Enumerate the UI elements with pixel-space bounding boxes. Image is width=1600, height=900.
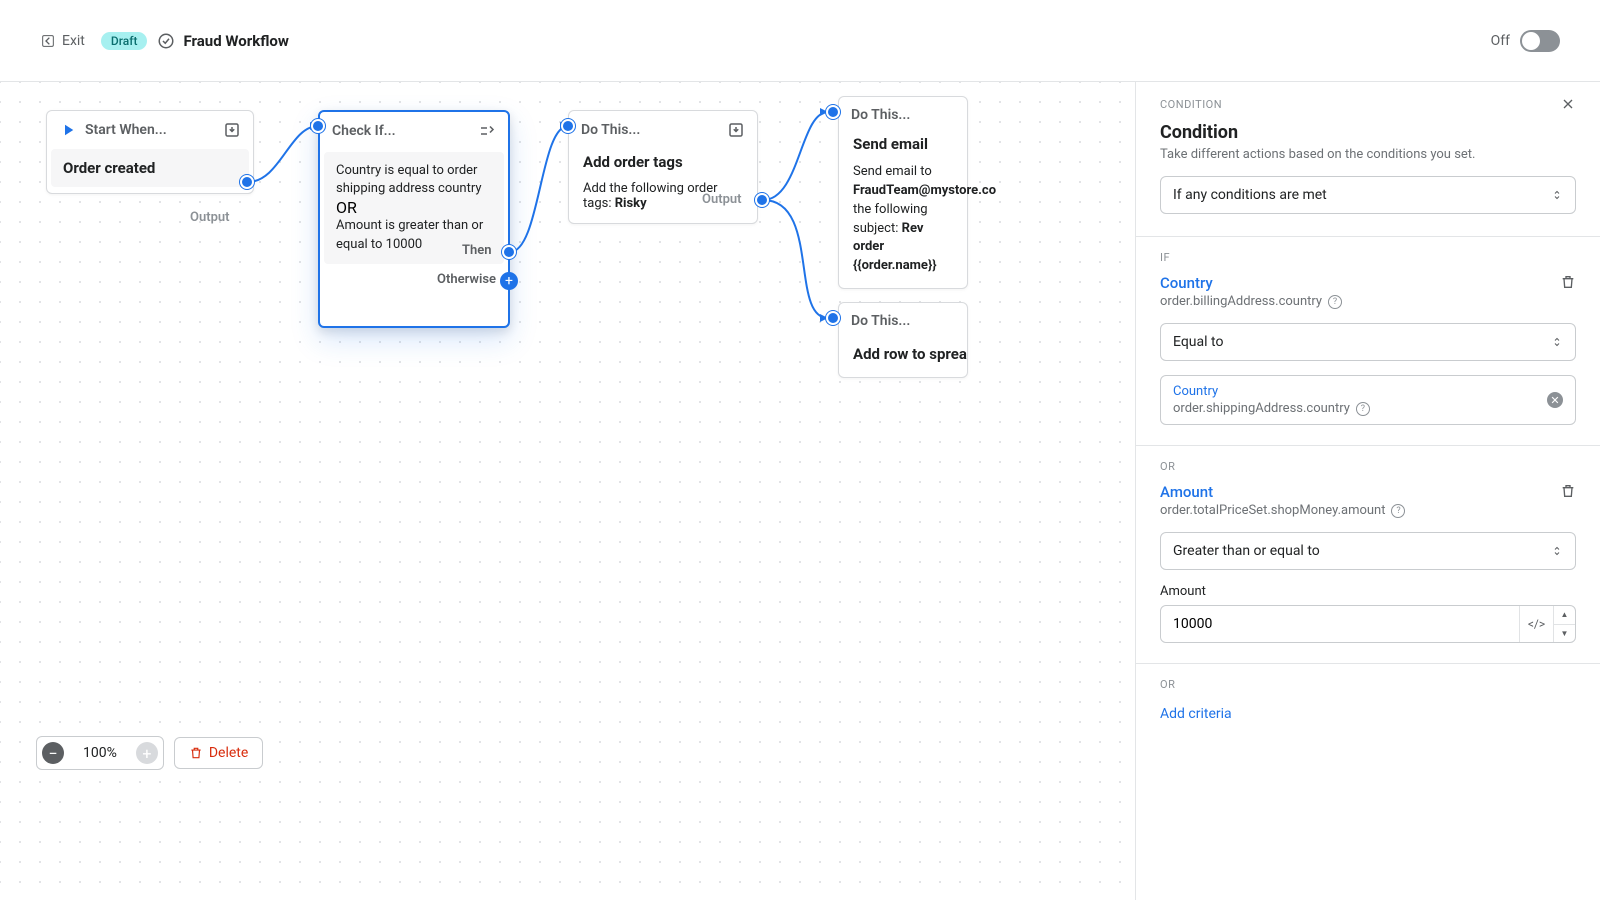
operator-select[interactable]: Equal to xyxy=(1160,323,1576,361)
save-icon[interactable] xyxy=(727,121,745,139)
draft-badge: Draft xyxy=(101,32,148,50)
code-toggle[interactable]: </> xyxy=(1519,606,1553,642)
chevron-updown-icon xyxy=(1551,336,1563,348)
output-port-label: Output xyxy=(702,192,742,207)
or-section-label: Or xyxy=(1136,446,1600,473)
then-port[interactable] xyxy=(502,245,516,259)
play-icon xyxy=(59,121,77,139)
workflow-enable-toggle[interactable] xyxy=(1520,30,1560,52)
then-port-label: Then xyxy=(462,243,492,258)
number-stepper: ▲ ▼ xyxy=(1553,606,1575,642)
or-separator: OR xyxy=(336,198,492,217)
node-header-label: Do This... xyxy=(581,122,719,138)
otherwise-port-label: Otherwise xyxy=(437,272,496,287)
node-title: Order created xyxy=(51,149,249,187)
chevron-updown-icon xyxy=(1551,189,1563,201)
criterion-path: order.billingAddress.country ? xyxy=(1160,294,1342,309)
node-title: Add order tags xyxy=(569,149,757,181)
zoom-out-button[interactable]: − xyxy=(37,737,69,769)
zoom-in-button[interactable]: + xyxy=(131,737,163,769)
clear-icon[interactable]: ✕ xyxy=(1547,392,1563,408)
zoom-group: − 100% + xyxy=(36,736,164,770)
help-icon[interactable]: ? xyxy=(1328,295,1342,309)
panel-description: Take different actions based on the cond… xyxy=(1160,147,1576,162)
delete-button[interactable]: Delete xyxy=(174,737,263,769)
node-title: Send email xyxy=(839,133,967,163)
zoom-level: 100% xyxy=(69,745,131,761)
otherwise-add-port[interactable]: + xyxy=(500,272,518,290)
condition-text-1: Country is equal to order shipping addre… xyxy=(336,162,492,198)
step-down[interactable]: ▼ xyxy=(1554,625,1575,643)
panel-kicker: Condition xyxy=(1160,98,1222,111)
criterion-path: order.totalPriceSet.shopMoney.amount ? xyxy=(1160,503,1405,518)
check-circle-icon xyxy=(157,32,175,50)
close-icon[interactable] xyxy=(1560,96,1576,112)
match-mode-select[interactable]: If any conditions are met xyxy=(1160,176,1576,214)
amount-field-label: Amount xyxy=(1136,570,1600,599)
step-up[interactable]: ▲ xyxy=(1554,606,1575,625)
node-start[interactable]: Start When... Order created xyxy=(46,110,254,194)
input-port[interactable] xyxy=(561,119,575,133)
branch-icon xyxy=(478,122,496,140)
exit-label: Exit xyxy=(62,33,85,49)
output-port-label: Output xyxy=(190,210,230,225)
output-port[interactable] xyxy=(240,175,254,189)
node-send-email[interactable]: Do This... Send email Send email to Frau… xyxy=(838,96,968,289)
canvas-controls: − 100% + Delete xyxy=(36,736,263,770)
amount-input[interactable] xyxy=(1161,606,1519,642)
input-port[interactable] xyxy=(826,311,840,325)
if-section-label: If xyxy=(1136,237,1600,264)
operator-select[interactable]: Greater than or equal to xyxy=(1160,532,1576,570)
node-description: Send email to FraudTeam@mystore.co the f… xyxy=(839,163,967,288)
criterion-name[interactable]: Amount xyxy=(1160,483,1405,501)
amount-input-row: </> ▲ ▼ xyxy=(1160,605,1576,643)
node-header-label: Check If... xyxy=(332,123,470,139)
exit-icon xyxy=(40,33,56,49)
trash-icon[interactable] xyxy=(1560,483,1576,499)
panel-title: Condition xyxy=(1160,122,1576,143)
value-path: order.shippingAddress.country ? xyxy=(1173,401,1370,416)
criterion-name[interactable]: Country xyxy=(1160,274,1342,292)
chevron-updown-icon xyxy=(1551,545,1563,557)
condition-panel: Condition Condition Take different actio… xyxy=(1135,82,1600,900)
toggle-label: Off xyxy=(1491,33,1510,49)
criterion-block: Amount order.totalPriceSet.shopMoney.amo… xyxy=(1136,473,1600,518)
input-port[interactable] xyxy=(311,119,325,133)
or-section-label: Or xyxy=(1136,664,1600,691)
trash-icon xyxy=(189,746,203,760)
exit-button[interactable]: Exit xyxy=(40,33,85,49)
help-icon[interactable]: ? xyxy=(1391,504,1405,518)
node-title: Add row to spreadshe xyxy=(839,339,967,377)
node-header-label: Start When... xyxy=(85,122,215,138)
output-port[interactable] xyxy=(755,193,769,207)
help-icon[interactable]: ? xyxy=(1356,402,1370,416)
trash-icon[interactable] xyxy=(1560,274,1576,290)
workflow-title: Fraud Workflow xyxy=(183,32,288,50)
node-check-if[interactable]: Check If... Country is equal to order sh… xyxy=(318,110,510,328)
node-spreadsheet[interactable]: Do This... Add row to spreadshe xyxy=(838,302,968,378)
save-icon[interactable] xyxy=(223,121,241,139)
top-bar: Exit Draft Fraud Workflow Off xyxy=(0,0,1600,82)
node-header-label: Do This... xyxy=(851,313,955,329)
add-criteria-link[interactable]: Add criteria xyxy=(1160,706,1232,722)
node-header-label: Do This... xyxy=(851,107,955,123)
criterion-value-box[interactable]: Country order.shippingAddress.country ? … xyxy=(1160,375,1576,425)
criterion-block: Country order.billingAddress.country ? xyxy=(1136,264,1600,309)
value-name: Country xyxy=(1173,384,1370,399)
input-port[interactable] xyxy=(826,105,840,119)
